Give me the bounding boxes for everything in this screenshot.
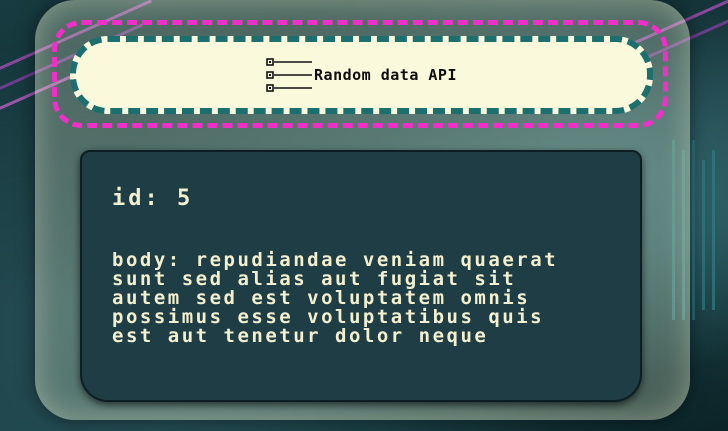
id-label: id:: [112, 186, 161, 211]
header-banner: Random data API: [70, 36, 653, 114]
id-value: 5: [177, 186, 194, 211]
record-id: id: 5: [112, 186, 610, 211]
tree-list-icon: [266, 58, 313, 92]
record-body: body: repudiandae veniam quaerat sunt se…: [112, 251, 592, 346]
page-title: Random data API: [314, 66, 457, 84]
data-record-card: id: 5 body: repudiandae veniam quaerat s…: [80, 150, 642, 402]
